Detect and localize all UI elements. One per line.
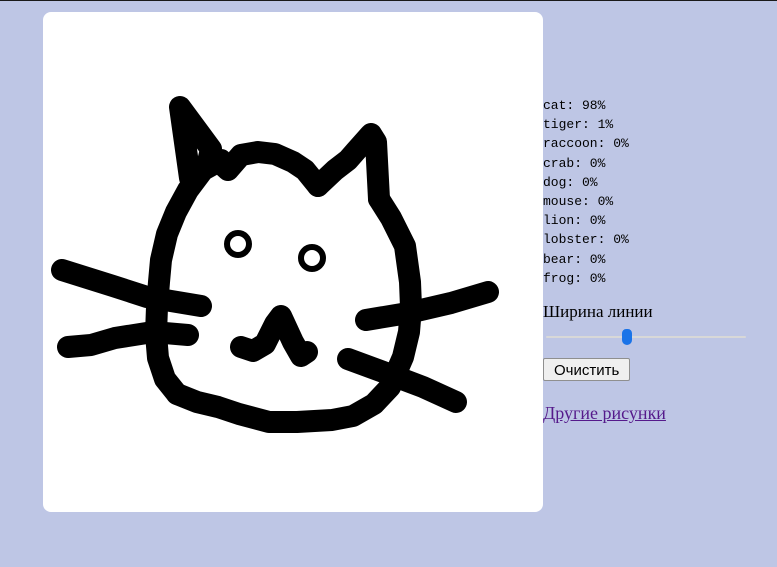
drawing-stroke-head-left bbox=[145, 149, 232, 405]
drawing-stroke-left-eye bbox=[224, 230, 252, 258]
slider-track[interactable] bbox=[546, 336, 746, 338]
line-width-slider[interactable] bbox=[546, 327, 746, 347]
prediction-item-crab: crab: 0% bbox=[543, 155, 606, 171]
prediction-item-cat: cat: 98% bbox=[543, 98, 606, 113]
prediction-item-tiger: tiger: 1% bbox=[543, 117, 614, 133]
clear-button[interactable]: Очистить bbox=[543, 358, 631, 381]
prediction-item-raccoon: raccoon: 0% bbox=[543, 136, 629, 152]
top-border bbox=[0, 0, 777, 1]
drawing-stroke-whisker-right-1 bbox=[355, 281, 499, 331]
prediction-item-bear: bear: 0% bbox=[543, 251, 606, 267]
cat-drawing bbox=[51, 96, 499, 433]
prediction-item-frog: frog: 0% bbox=[543, 270, 606, 286]
prediction-item-mouse: mouse: 0% bbox=[543, 194, 614, 210]
drawing-stroke-right-ear bbox=[307, 123, 390, 210]
prediction-item-dog: dog: 0% bbox=[543, 174, 598, 190]
line-width-label: Ширина линии bbox=[543, 302, 653, 321]
drawing-stroke-mouth bbox=[230, 305, 318, 367]
prediction-item-lobster: lobster: 0% bbox=[543, 232, 629, 248]
slider-thumb[interactable] bbox=[622, 329, 632, 345]
prediction-list: cat: 98% tiger: 1% raccoon: 0% crab: 0% … bbox=[543, 96, 629, 288]
drawing-stroke-whisker-left-1 bbox=[51, 259, 212, 317]
drawing-stroke-right-eye bbox=[298, 244, 326, 272]
drawing-stroke-whisker-left-2 bbox=[57, 321, 199, 358]
drawing-canvas[interactable] bbox=[43, 12, 543, 512]
other-drawings-link[interactable]: Другие рисунки bbox=[543, 403, 666, 424]
prediction-item-lion: lion: 0% bbox=[543, 213, 606, 229]
